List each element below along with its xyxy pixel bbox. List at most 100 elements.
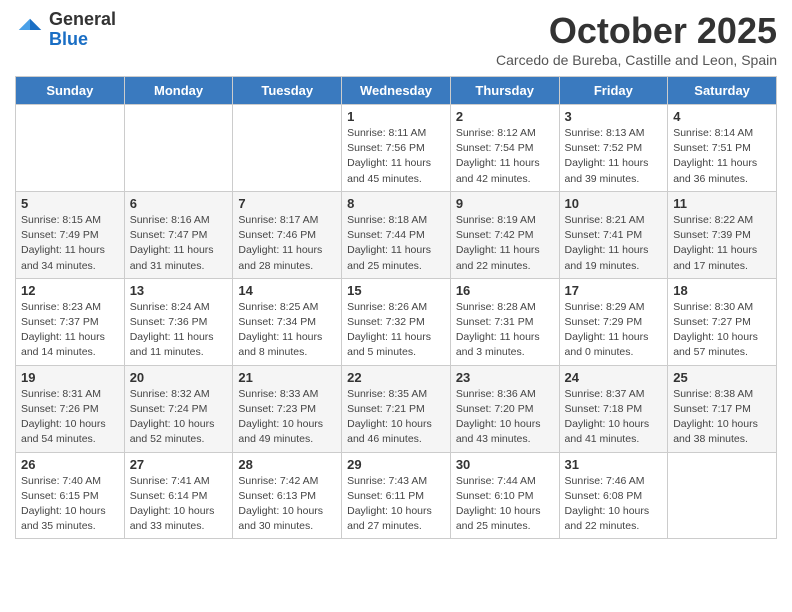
calendar-cell: 8 Sunrise: 8:18 AM Sunset: 7:44 PM Daylig… <box>342 191 451 278</box>
day-info: Sunrise: 7:43 AM Sunset: 6:11 PM Dayligh… <box>347 474 445 535</box>
day-info: Sunrise: 8:37 AM Sunset: 7:18 PM Dayligh… <box>565 387 663 448</box>
day-number: 25 <box>673 370 771 385</box>
day-number: 30 <box>456 457 554 472</box>
calendar-cell: 9Sunrise: 8:19 AM Sunset: 7:42 PM Daylig… <box>450 191 559 278</box>
calendar-table: SundayMondayTuesdayWednesdayThursdayFrid… <box>15 76 777 539</box>
day-number: 31 <box>565 457 663 472</box>
day-number: 6 <box>130 196 228 211</box>
day-info: Sunrise: 8:25 AM Sunset: 7:34 PM Dayligh… <box>238 300 336 361</box>
day-number: 3 <box>565 109 663 124</box>
title-area: October 2025 Carcedo de Bureba, Castille… <box>496 10 777 68</box>
day-info: Sunrise: 8:11 AM Sunset: 7:56 PM Dayligh… <box>347 126 445 187</box>
day-info: Sunrise: 8:24 AM Sunset: 7:36 PM Dayligh… <box>130 300 228 361</box>
calendar-cell: 2 Sunrise: 8:12 AM Sunset: 7:54 PM Daylig… <box>450 105 559 192</box>
calendar-cell <box>16 105 125 192</box>
calendar-cell: 13 Sunrise: 8:24 AM Sunset: 7:36 PM Dayli… <box>124 278 233 365</box>
day-number: 20 <box>130 370 228 385</box>
day-info: Sunrise: 8:26 AM Sunset: 7:32 PM Dayligh… <box>347 300 445 361</box>
day-number: 29 <box>347 457 445 472</box>
calendar-cell <box>233 105 342 192</box>
day-info: Sunrise: 7:41 AM Sunset: 6:14 PM Dayligh… <box>130 474 228 535</box>
weekday-header-row: SundayMondayTuesdayWednesdayThursdayFrid… <box>16 77 777 105</box>
calendar-cell: 25 Sunrise: 8:38 AM Sunset: 7:17 PM Dayli… <box>668 365 777 452</box>
weekday-header-wednesday: Wednesday <box>342 77 451 105</box>
calendar-cell <box>124 105 233 192</box>
month-title: October 2025 <box>496 10 777 52</box>
calendar-cell: 1 Sunrise: 8:11 AM Sunset: 7:56 PM Daylig… <box>342 105 451 192</box>
logo-icon <box>15 15 45 45</box>
day-number: 8 <box>347 196 445 211</box>
calendar-cell: 15 Sunrise: 8:26 AM Sunset: 7:32 PM Dayli… <box>342 278 451 365</box>
calendar-cell: 3 Sunrise: 8:13 AM Sunset: 7:52 PM Daylig… <box>559 105 668 192</box>
day-number: 4 <box>673 109 771 124</box>
calendar-week-row-5: 26 Sunrise: 7:40 AM Sunset: 6:15 PM Dayli… <box>16 452 777 539</box>
calendar-cell: 7Sunrise: 8:17 AM Sunset: 7:46 PM Daylig… <box>233 191 342 278</box>
calendar-week-row-1: 1 Sunrise: 8:11 AM Sunset: 7:56 PM Daylig… <box>16 105 777 192</box>
day-number: 11 <box>673 196 771 211</box>
day-info: Sunrise: 8:13 AM Sunset: 7:52 PM Dayligh… <box>565 126 663 187</box>
calendar-cell: 11 Sunrise: 8:22 AM Sunset: 7:39 PM Dayli… <box>668 191 777 278</box>
calendar-cell: 28 Sunrise: 7:42 AM Sunset: 6:13 PM Dayli… <box>233 452 342 539</box>
day-number: 14 <box>238 283 336 298</box>
calendar-cell: 23 Sunrise: 8:36 AM Sunset: 7:20 PM Dayli… <box>450 365 559 452</box>
calendar-cell: 10Sunrise: 8:21 AM Sunset: 7:41 PM Dayli… <box>559 191 668 278</box>
day-number: 19 <box>21 370 119 385</box>
day-info: Sunrise: 8:15 AM Sunset: 7:49 PM Dayligh… <box>21 213 119 274</box>
day-info: Sunrise: 8:14 AM Sunset: 7:51 PM Dayligh… <box>673 126 771 187</box>
calendar-cell: 22Sunrise: 8:35 AM Sunset: 7:21 PM Dayli… <box>342 365 451 452</box>
day-info: Sunrise: 8:12 AM Sunset: 7:54 PM Dayligh… <box>456 126 554 187</box>
day-number: 18 <box>673 283 771 298</box>
calendar-cell: 18 Sunrise: 8:30 AM Sunset: 7:27 PM Dayli… <box>668 278 777 365</box>
day-info: Sunrise: 8:18 AM Sunset: 7:44 PM Dayligh… <box>347 213 445 274</box>
day-number: 15 <box>347 283 445 298</box>
day-number: 26 <box>21 457 119 472</box>
calendar-cell: 20Sunrise: 8:32 AM Sunset: 7:24 PM Dayli… <box>124 365 233 452</box>
day-info: Sunrise: 8:30 AM Sunset: 7:27 PM Dayligh… <box>673 300 771 361</box>
day-info: Sunrise: 8:16 AM Sunset: 7:47 PM Dayligh… <box>130 213 228 274</box>
day-info: Sunrise: 8:38 AM Sunset: 7:17 PM Dayligh… <box>673 387 771 448</box>
day-info: Sunrise: 8:23 AM Sunset: 7:37 PM Dayligh… <box>21 300 119 361</box>
day-info: Sunrise: 7:42 AM Sunset: 6:13 PM Dayligh… <box>238 474 336 535</box>
calendar-cell: 27 Sunrise: 7:41 AM Sunset: 6:14 PM Dayli… <box>124 452 233 539</box>
day-info: Sunrise: 8:36 AM Sunset: 7:20 PM Dayligh… <box>456 387 554 448</box>
calendar-week-row-4: 19 Sunrise: 8:31 AM Sunset: 7:26 PM Dayli… <box>16 365 777 452</box>
weekday-header-tuesday: Tuesday <box>233 77 342 105</box>
calendar-cell: 24 Sunrise: 8:37 AM Sunset: 7:18 PM Dayli… <box>559 365 668 452</box>
day-number: 2 <box>456 109 554 124</box>
weekday-header-sunday: Sunday <box>16 77 125 105</box>
calendar-cell: 17Sunrise: 8:29 AM Sunset: 7:29 PM Dayli… <box>559 278 668 365</box>
calendar-cell: 30Sunrise: 7:44 AM Sunset: 6:10 PM Dayli… <box>450 452 559 539</box>
location-subtitle: Carcedo de Bureba, Castille and Leon, Sp… <box>496 52 777 68</box>
day-info: Sunrise: 8:29 AM Sunset: 7:29 PM Dayligh… <box>565 300 663 361</box>
day-number: 13 <box>130 283 228 298</box>
calendar-cell: 19 Sunrise: 8:31 AM Sunset: 7:26 PM Dayli… <box>16 365 125 452</box>
day-number: 28 <box>238 457 336 472</box>
calendar-cell: 4 Sunrise: 8:14 AM Sunset: 7:51 PM Daylig… <box>668 105 777 192</box>
calendar-cell: 5 Sunrise: 8:15 AM Sunset: 7:49 PM Daylig… <box>16 191 125 278</box>
day-number: 10 <box>565 196 663 211</box>
day-info: Sunrise: 8:28 AM Sunset: 7:31 PM Dayligh… <box>456 300 554 361</box>
logo-general-text: General <box>49 10 116 30</box>
day-number: 5 <box>21 196 119 211</box>
day-info: Sunrise: 8:31 AM Sunset: 7:26 PM Dayligh… <box>21 387 119 448</box>
day-number: 12 <box>21 283 119 298</box>
day-number: 24 <box>565 370 663 385</box>
day-number: 1 <box>347 109 445 124</box>
day-info: Sunrise: 8:22 AM Sunset: 7:39 PM Dayligh… <box>673 213 771 274</box>
day-number: 21 <box>238 370 336 385</box>
calendar-cell: 26 Sunrise: 7:40 AM Sunset: 6:15 PM Dayli… <box>16 452 125 539</box>
day-info: Sunrise: 7:46 AM Sunset: 6:08 PM Dayligh… <box>565 474 663 535</box>
calendar-cell: 14 Sunrise: 8:25 AM Sunset: 7:34 PM Dayli… <box>233 278 342 365</box>
day-number: 27 <box>130 457 228 472</box>
calendar-week-row-3: 12 Sunrise: 8:23 AM Sunset: 7:37 PM Dayli… <box>16 278 777 365</box>
calendar-cell: 16Sunrise: 8:28 AM Sunset: 7:31 PM Dayli… <box>450 278 559 365</box>
day-info: Sunrise: 7:40 AM Sunset: 6:15 PM Dayligh… <box>21 474 119 535</box>
page-header: General Blue October 2025 Carcedo de Bur… <box>15 10 777 68</box>
logo: General Blue <box>15 10 116 50</box>
day-info: Sunrise: 8:19 AM Sunset: 7:42 PM Dayligh… <box>456 213 554 274</box>
day-number: 23 <box>456 370 554 385</box>
calendar-cell <box>668 452 777 539</box>
calendar-week-row-2: 5 Sunrise: 8:15 AM Sunset: 7:49 PM Daylig… <box>16 191 777 278</box>
calendar-cell: 31 Sunrise: 7:46 AM Sunset: 6:08 PM Dayli… <box>559 452 668 539</box>
weekday-header-thursday: Thursday <box>450 77 559 105</box>
